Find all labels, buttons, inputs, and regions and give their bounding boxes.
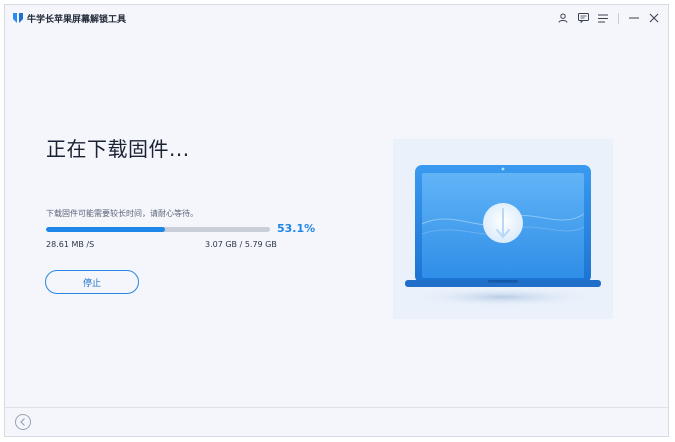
minimize-button[interactable] [624,9,644,27]
progress-bar [46,227,270,232]
app-title: 牛学长苹果屏幕解锁工具 [27,15,127,25]
controls-divider [618,12,619,24]
title-bar: 牛学长苹果屏幕解锁工具 [5,5,668,31]
page-title: 正在下载固件... [46,137,190,161]
user-icon [558,13,568,23]
app-window: 牛学长苹果屏幕解锁工具 正在下载固件... 下载固件可能需要较长时间，请耐心等待… [4,4,669,437]
window-controls [553,9,664,27]
progress-percent: 53.1% [277,222,316,235]
download-hint: 下载固件可能需要较长时间，请耐心等待。 [46,209,198,218]
menu-button[interactable] [593,9,613,27]
close-icon [649,13,659,23]
laptop-icon [405,165,601,307]
progress-bar-fill [46,227,165,232]
minimize-icon [629,17,639,19]
download-size: 3.07 GB / 5.79 GB [205,240,277,249]
feedback-icon [577,13,589,23]
download-speed: 28.61 MB /S [46,240,95,249]
user-button[interactable] [553,9,573,27]
laptop-illustration [393,139,613,319]
feedback-button[interactable] [573,9,593,27]
stop-button[interactable]: 停止 [45,270,139,294]
back-arrow-icon [15,414,31,430]
footer-bar [5,407,668,436]
close-button[interactable] [644,9,664,27]
app-logo-icon [13,13,23,23]
back-button[interactable] [14,413,32,431]
menu-icon [598,14,608,22]
